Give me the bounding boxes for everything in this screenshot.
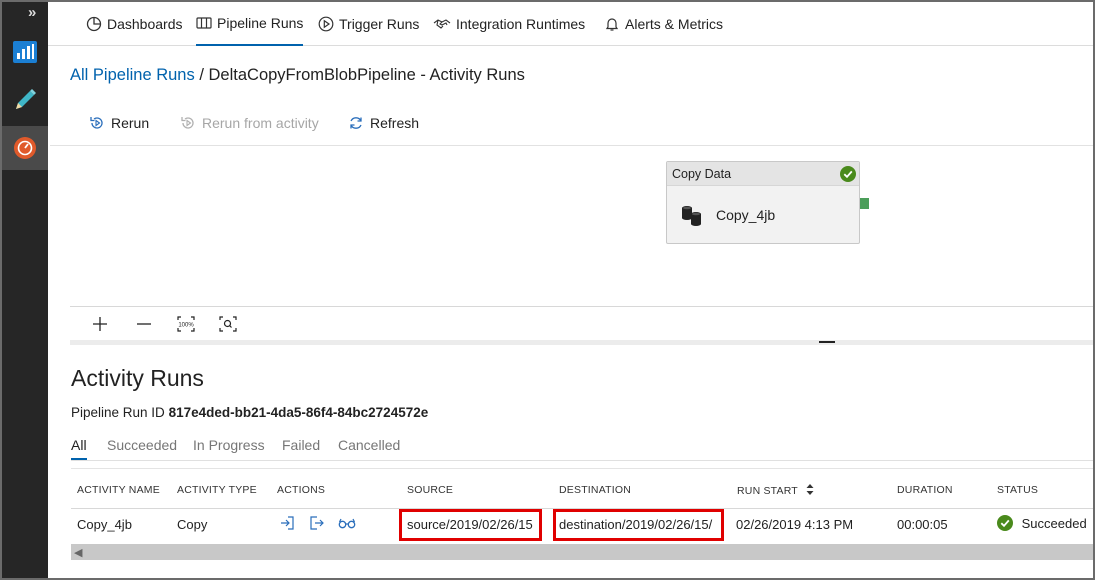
- reset-zoom-icon: 100%: [177, 316, 195, 332]
- play-circle-icon: [318, 16, 334, 32]
- dashboard-tile-icon: [13, 41, 37, 63]
- success-check-icon: [840, 166, 856, 182]
- zoom-to-fit-button[interactable]: [218, 314, 238, 334]
- cell-status-label: Succeeded: [1021, 516, 1087, 531]
- panel-splitter[interactable]: [70, 340, 1093, 345]
- left-nav-rail: »: [2, 2, 48, 578]
- node-type-label: Copy Data: [672, 166, 732, 181]
- pipeline-run-id-value: 817e4ded-bb21-4da5-86f4-84bc2724572e: [168, 405, 429, 420]
- activity-runs-title: Activity Runs: [71, 365, 204, 391]
- rerun-icon: [89, 115, 105, 131]
- plus-icon: [93, 317, 107, 331]
- breadcrumb-all-pipeline-runs-link[interactable]: All Pipeline Runs: [70, 66, 195, 84]
- rerun-from-activity-icon: [180, 115, 196, 131]
- minus-icon: [137, 323, 151, 325]
- zoom-out-button[interactable]: [134, 314, 154, 334]
- expand-nav-button[interactable]: »: [28, 4, 36, 21]
- tab-alerts-metrics[interactable]: Alerts & Metrics: [604, 2, 723, 46]
- monitor-gauge-icon: [14, 137, 36, 159]
- bell-icon: [604, 16, 620, 32]
- zoom-fit-icon: [219, 316, 237, 332]
- filter-tab-all[interactable]: All: [71, 437, 87, 460]
- node-header: Copy Data: [667, 162, 859, 186]
- column-header-activity-type[interactable]: ACTIVITY TYPE: [177, 484, 257, 496]
- breadcrumb: All Pipeline Runs / DeltaCopyFromBlobPip…: [70, 66, 525, 85]
- tab-alerts-metrics-label: Alerts & Metrics: [625, 16, 724, 32]
- canvas-divider: [50, 145, 1093, 146]
- cell-activity-name: Copy_4jb: [77, 517, 132, 532]
- column-header-duration[interactable]: DURATION: [897, 484, 953, 496]
- copy-activity-node[interactable]: Copy Data Copy_4jb: [666, 161, 860, 244]
- tab-integration-runtimes[interactable]: Integration Runtimes: [433, 2, 585, 46]
- filter-tab-in-progress[interactable]: In Progress: [193, 437, 265, 460]
- horizontal-scrollbar[interactable]: ◀: [71, 544, 1093, 560]
- cell-run-start: 02/26/2019 4:13 PM: [736, 517, 854, 532]
- dashboard-icon: [86, 16, 102, 32]
- rerun-button[interactable]: Rerun: [89, 112, 149, 134]
- filter-tab-cancelled[interactable]: Cancelled: [338, 437, 400, 460]
- column-header-actions: ACTIONS: [277, 484, 326, 496]
- succeeded-check-icon: [997, 515, 1013, 531]
- destination-highlight-box: [553, 509, 724, 541]
- tab-dashboards-label: Dashboards: [107, 16, 183, 32]
- table-top-border: [71, 468, 1093, 469]
- column-header-status[interactable]: STATUS: [997, 484, 1038, 496]
- input-icon[interactable]: [279, 515, 295, 531]
- app-window: » Dashboards Pipeline Runs Trigger Runs …: [0, 0, 1095, 580]
- pipeline-runs-icon: [196, 15, 212, 31]
- cell-status: Succeeded: [997, 515, 1087, 531]
- tab-trigger-runs-label: Trigger Runs: [339, 16, 420, 32]
- rerun-label: Rerun: [111, 115, 150, 131]
- tab-dashboards[interactable]: Dashboards: [86, 2, 183, 46]
- pipeline-run-id: Pipeline Run ID 817e4ded-bb21-4da5-86f4-…: [71, 405, 428, 420]
- pencil-icon: [16, 89, 36, 109]
- tab-pipeline-runs[interactable]: Pipeline Runs: [196, 2, 304, 46]
- column-header-run-start-label: RUN START: [737, 485, 798, 497]
- splitter-grip[interactable]: [819, 341, 835, 343]
- filter-divider: [71, 460, 1093, 461]
- breadcrumb-separator: /: [199, 66, 204, 84]
- node-name-label: Copy_4jb: [716, 207, 776, 223]
- tab-pipeline-runs-label: Pipeline Runs: [217, 15, 304, 31]
- node-output-port[interactable]: [860, 198, 869, 209]
- nav-author-button[interactable]: [2, 78, 48, 122]
- refresh-label: Refresh: [370, 115, 420, 131]
- zoom-in-button[interactable]: [90, 314, 110, 334]
- scroll-left-icon[interactable]: ◀: [74, 546, 82, 559]
- filter-tab-succeeded[interactable]: Succeeded: [107, 437, 177, 460]
- copy-data-icon: [682, 206, 701, 226]
- refresh-button[interactable]: Refresh: [348, 112, 419, 134]
- reset-zoom-label: 100%: [178, 323, 194, 329]
- output-icon[interactable]: [309, 515, 325, 531]
- node-body: Copy_4jb: [667, 186, 859, 244]
- column-header-activity-name[interactable]: ACTIVITY NAME: [77, 484, 160, 496]
- zoom-toolbar: 100%: [70, 306, 1093, 340]
- tab-trigger-runs[interactable]: Trigger Runs: [318, 2, 419, 46]
- details-glasses-icon[interactable]: [338, 515, 356, 531]
- rerun-from-activity-button[interactable]: Rerun from activity: [180, 112, 319, 134]
- sort-icon: [806, 484, 814, 495]
- rerun-from-activity-label: Rerun from activity: [202, 115, 319, 131]
- top-tab-bar: Dashboards Pipeline Runs Trigger Runs In…: [48, 2, 1093, 46]
- nav-monitor-button[interactable]: [2, 126, 48, 170]
- nav-overview-button[interactable]: [2, 30, 48, 74]
- cell-activity-type: Copy: [177, 517, 208, 532]
- source-highlight-box: [399, 509, 542, 541]
- refresh-icon: [348, 115, 364, 131]
- filter-tab-failed[interactable]: Failed: [282, 437, 320, 460]
- pipeline-run-id-label: Pipeline Run ID: [71, 405, 165, 420]
- column-header-destination[interactable]: DESTINATION: [559, 484, 631, 496]
- column-header-source[interactable]: SOURCE: [407, 484, 453, 496]
- tab-integration-runtimes-label: Integration Runtimes: [456, 16, 586, 32]
- handshake-icon: [433, 16, 451, 32]
- zoom-reset-button[interactable]: 100%: [176, 314, 196, 334]
- breadcrumb-current: DeltaCopyFromBlobPipeline - Activity Run…: [208, 66, 525, 84]
- cell-actions: [279, 515, 356, 534]
- cell-duration: 00:00:05: [897, 517, 948, 532]
- column-header-run-start[interactable]: RUN START: [737, 484, 814, 497]
